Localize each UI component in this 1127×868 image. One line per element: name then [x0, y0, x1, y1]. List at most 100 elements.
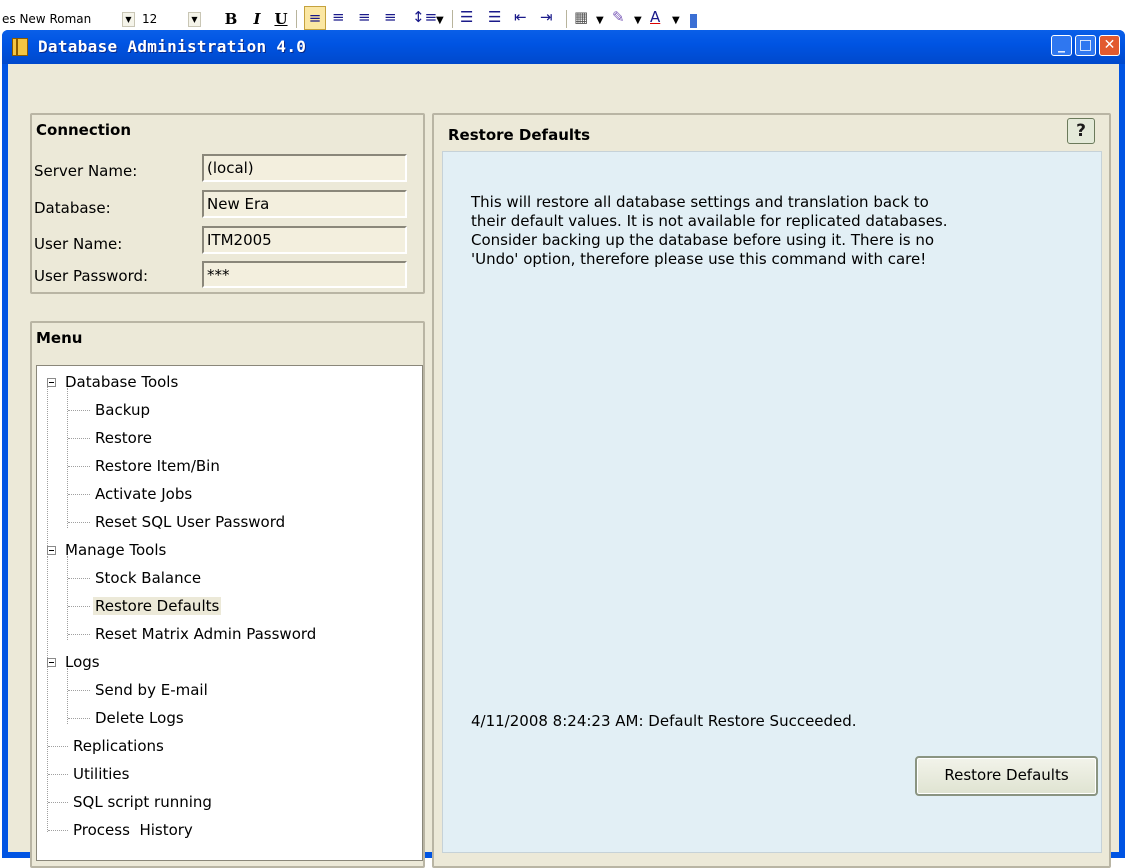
tree-node-label: Restore: [95, 429, 152, 447]
menu-title: Menu: [36, 329, 83, 347]
description-line: Consider backing up the database before …: [471, 231, 935, 249]
status-message: 4/11/2008 8:24:23 AM: Default Restore Su…: [471, 712, 857, 730]
tree-line: [68, 522, 90, 523]
tree-line: [48, 802, 68, 803]
tree-line: [48, 830, 68, 831]
tree-node-logs[interactable]: Logs: [41, 651, 102, 673]
collapse-icon[interactable]: [47, 378, 56, 387]
tree-node-label: Send by E-mail: [95, 681, 208, 699]
align-left-icon[interactable]: ≡: [304, 6, 326, 30]
user-name-field[interactable]: ITM2005: [202, 226, 407, 254]
tree-line: [68, 438, 90, 439]
justify-icon[interactable]: ≡: [384, 6, 397, 28]
tree-line: [48, 774, 68, 775]
tree-node-process-history[interactable]: Process History: [71, 819, 195, 841]
bulleted-list-icon[interactable]: ☰: [488, 6, 501, 28]
detail-panel: Restore Defaults ? This will restore all…: [432, 113, 1111, 868]
bold-button[interactable]: B: [220, 8, 242, 30]
tree-node-label: Logs: [65, 653, 100, 671]
tree-line: [48, 746, 68, 747]
align-right-icon[interactable]: ≡: [358, 6, 371, 28]
italic-button[interactable]: I: [246, 8, 268, 30]
tree-line: [68, 410, 90, 411]
numbered-list-icon[interactable]: ☰: [460, 6, 473, 28]
tree-node-utilities[interactable]: Utilities: [71, 763, 131, 785]
tree-node-sql-script-running[interactable]: SQL script running: [71, 791, 214, 813]
font-color-dropdown-icon[interactable]: ▼: [672, 10, 680, 30]
tree-node-restore-item-bin[interactable]: Restore Item/Bin: [93, 455, 222, 477]
line-spacing-dropdown-icon[interactable]: ▼: [436, 10, 444, 30]
toolbar-separator: [566, 10, 567, 28]
maximize-icon: □: [1078, 37, 1093, 53]
database-field[interactable]: New Era: [202, 190, 407, 218]
tree-line: [68, 690, 90, 691]
help-button[interactable]: ?: [1067, 118, 1095, 144]
tree-line: [68, 578, 90, 579]
detail-title: Restore Defaults: [448, 126, 591, 144]
minimize-button[interactable]: _: [1051, 35, 1072, 56]
tree-node-reset-matrix-admin-password[interactable]: Reset Matrix Admin Password: [93, 623, 318, 645]
tree-node-stock-balance[interactable]: Stock Balance: [93, 567, 203, 589]
connection-title: Connection: [36, 121, 132, 139]
tree-node-manage-tools[interactable]: Manage Tools: [41, 539, 168, 561]
font-size-box[interactable]: 12: [142, 9, 172, 29]
tree-node-database-tools[interactable]: Database Tools: [41, 371, 180, 393]
close-button[interactable]: ✕: [1099, 35, 1120, 56]
server-name-field[interactable]: (local): [202, 154, 407, 182]
tree-node-label: Replications: [73, 737, 164, 755]
toolbar-grip-icon: [690, 14, 697, 28]
collapse-icon[interactable]: [47, 658, 56, 667]
font-name-box[interactable]: es New Roman: [0, 9, 118, 29]
tree-line: [67, 556, 68, 640]
font-name-dropdown-icon[interactable]: ▼: [122, 12, 135, 27]
line-spacing-icon[interactable]: ↕≡: [412, 6, 437, 28]
menu-tree[interactable]: Database Tools Backup Restore Restore It…: [36, 365, 423, 861]
increase-indent-icon[interactable]: ⇥: [540, 6, 553, 28]
help-icon: ?: [1076, 121, 1086, 141]
highlight-dropdown-icon[interactable]: ▼: [634, 10, 642, 30]
toolbar-separator: [296, 10, 297, 28]
formatting-toolbar: es New Roman ▼ 12 ▼ B I U ≡ ≡ ≡ ≡ ↕≡ ▼ ☰…: [0, 0, 1127, 30]
font-size-dropdown-icon[interactable]: ▼: [188, 12, 201, 27]
underline-button[interactable]: U: [270, 8, 292, 30]
window-title: Database Administration 4.0: [38, 37, 307, 56]
borders-dropdown-icon[interactable]: ▼: [596, 10, 604, 30]
tree-node-label: Delete Logs: [95, 709, 184, 727]
tree-node-reset-sql-user-password[interactable]: Reset SQL User Password: [93, 511, 287, 533]
maximize-button[interactable]: □: [1075, 35, 1096, 56]
tree-node-backup[interactable]: Backup: [93, 399, 152, 421]
description-line: 'Undo' option, therefore please use this…: [471, 250, 927, 268]
tree-line: [47, 556, 48, 832]
app-window: Database Administration 4.0 _ □ ✕ Connec…: [2, 30, 1125, 868]
decrease-indent-icon[interactable]: ⇤: [514, 6, 527, 28]
tree-line: [68, 634, 90, 635]
tree-line: [68, 466, 90, 467]
user-name-label: User Name:: [34, 235, 123, 253]
tree-node-restore-defaults[interactable]: Restore Defaults: [93, 595, 222, 617]
highlight-icon[interactable]: ✎: [612, 6, 625, 28]
user-password-label: User Password:: [34, 267, 149, 285]
tree-node-activate-jobs[interactable]: Activate Jobs: [93, 483, 194, 505]
user-password-field[interactable]: ***: [202, 261, 407, 288]
tree-node-label: Restore Item/Bin: [95, 457, 220, 475]
close-icon: ✕: [1103, 37, 1116, 53]
title-bar[interactable]: Database Administration 4.0 _ □ ✕: [2, 30, 1125, 64]
tree-line: [67, 668, 68, 724]
font-color-icon[interactable]: A: [650, 6, 660, 28]
align-center-icon[interactable]: ≡: [332, 6, 345, 28]
client-area: Connection Server Name: (local) Database…: [8, 64, 1119, 868]
tree-node-label: Reset SQL User Password: [95, 513, 286, 531]
restore-defaults-button[interactable]: Restore Defaults: [915, 756, 1098, 796]
tree-node-label: Activate Jobs: [95, 485, 193, 503]
tree-node-restore[interactable]: Restore: [93, 427, 154, 449]
tree-node-label: Reset Matrix Admin Password: [95, 625, 317, 643]
collapse-icon[interactable]: [47, 546, 56, 555]
minimize-icon: _: [1058, 37, 1065, 53]
tree-node-send-by-email[interactable]: Send by E-mail: [93, 679, 210, 701]
tree-node-delete-logs[interactable]: Delete Logs: [93, 707, 186, 729]
tree-node-replications[interactable]: Replications: [71, 735, 166, 757]
tree-node-label: Utilities: [73, 765, 130, 783]
borders-icon[interactable]: ▦: [574, 6, 588, 28]
tree-node-label: Restore Defaults: [93, 597, 222, 615]
detail-content-area: This will restore all database settings …: [442, 151, 1102, 853]
